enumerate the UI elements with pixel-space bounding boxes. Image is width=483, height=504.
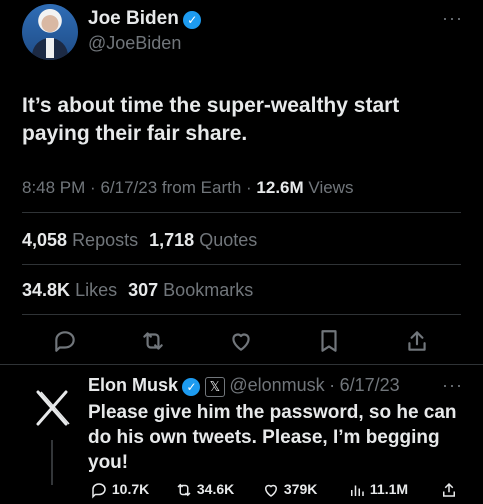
like-icon[interactable]: [228, 328, 254, 354]
reply-author-name[interactable]: Elon Musk: [88, 375, 178, 395]
divider: [22, 212, 461, 213]
reply-replies[interactable]: 10.7K: [90, 481, 149, 499]
divider: [22, 314, 461, 315]
verified-badge-icon: ✓: [183, 10, 202, 29]
views-icon: [351, 485, 364, 497]
reply-views[interactable]: 11.1M: [348, 481, 408, 499]
reposts-quotes-row: 4,058 Reposts 1,718 Quotes: [22, 230, 257, 251]
avatar[interactable]: [22, 4, 78, 60]
reposts-stat[interactable]: 4,058 Reposts: [22, 230, 138, 250]
reply-header: Elon Musk ✓ 𝕏 @elonmusk · 6/17/23: [88, 375, 400, 397]
section-divider: [0, 364, 483, 365]
author-name[interactable]: Joe Biden: [88, 8, 179, 29]
quotes-stat[interactable]: 1,718 Quotes: [149, 230, 257, 250]
bookmarks-stat[interactable]: 307 Bookmarks: [128, 280, 253, 300]
reply-author-handle[interactable]: @elonmusk: [229, 375, 324, 395]
reply-icon: [92, 483, 106, 499]
like-icon: [264, 485, 278, 498]
divider: [22, 264, 461, 265]
tweet-text: It’s about time the super-wealthy start …: [22, 94, 400, 145]
more-dots-icon[interactable]: ···: [442, 8, 463, 29]
reply-likes[interactable]: 379K: [262, 481, 317, 499]
author-handle[interactable]: @JoeBiden: [88, 33, 181, 54]
views-label: Views: [308, 178, 354, 197]
thread-line: [51, 440, 53, 485]
tweet-source: from Earth: [161, 178, 242, 197]
reply-share-icon[interactable]: [440, 481, 458, 499]
likes-bookmarks-row: 34.8K Likes 307 Bookmarks: [22, 280, 253, 301]
tweet-time[interactable]: 8:48 PM: [22, 178, 85, 197]
reply-date[interactable]: 6/17/23: [340, 375, 400, 395]
author-row: Joe Biden ✓: [88, 8, 202, 30]
x-logo-icon[interactable]: [32, 388, 72, 428]
share-icon[interactable]: [404, 328, 430, 354]
views-count: 12.6M: [256, 178, 304, 197]
likes-stat[interactable]: 34.8K Likes: [22, 280, 117, 300]
verified-badge-icon: ✓: [182, 377, 201, 396]
repost-icon: [177, 483, 191, 497]
reply-icon[interactable]: [52, 328, 78, 354]
reply-more-dots-icon[interactable]: ···: [442, 375, 463, 396]
repost-icon[interactable]: [140, 328, 166, 354]
x-affiliate-badge-icon: 𝕏: [204, 376, 225, 397]
tweet-date[interactable]: 6/17/23: [100, 178, 157, 197]
reply-reposts[interactable]: 34.6K: [175, 481, 234, 499]
bookmark-icon[interactable]: [316, 328, 342, 354]
reply-text: Please give him the password, so he can …: [88, 402, 457, 473]
tweet-meta: 8:48 PM · 6/17/23 from Earth · 12.6M Vie…: [22, 178, 354, 197]
